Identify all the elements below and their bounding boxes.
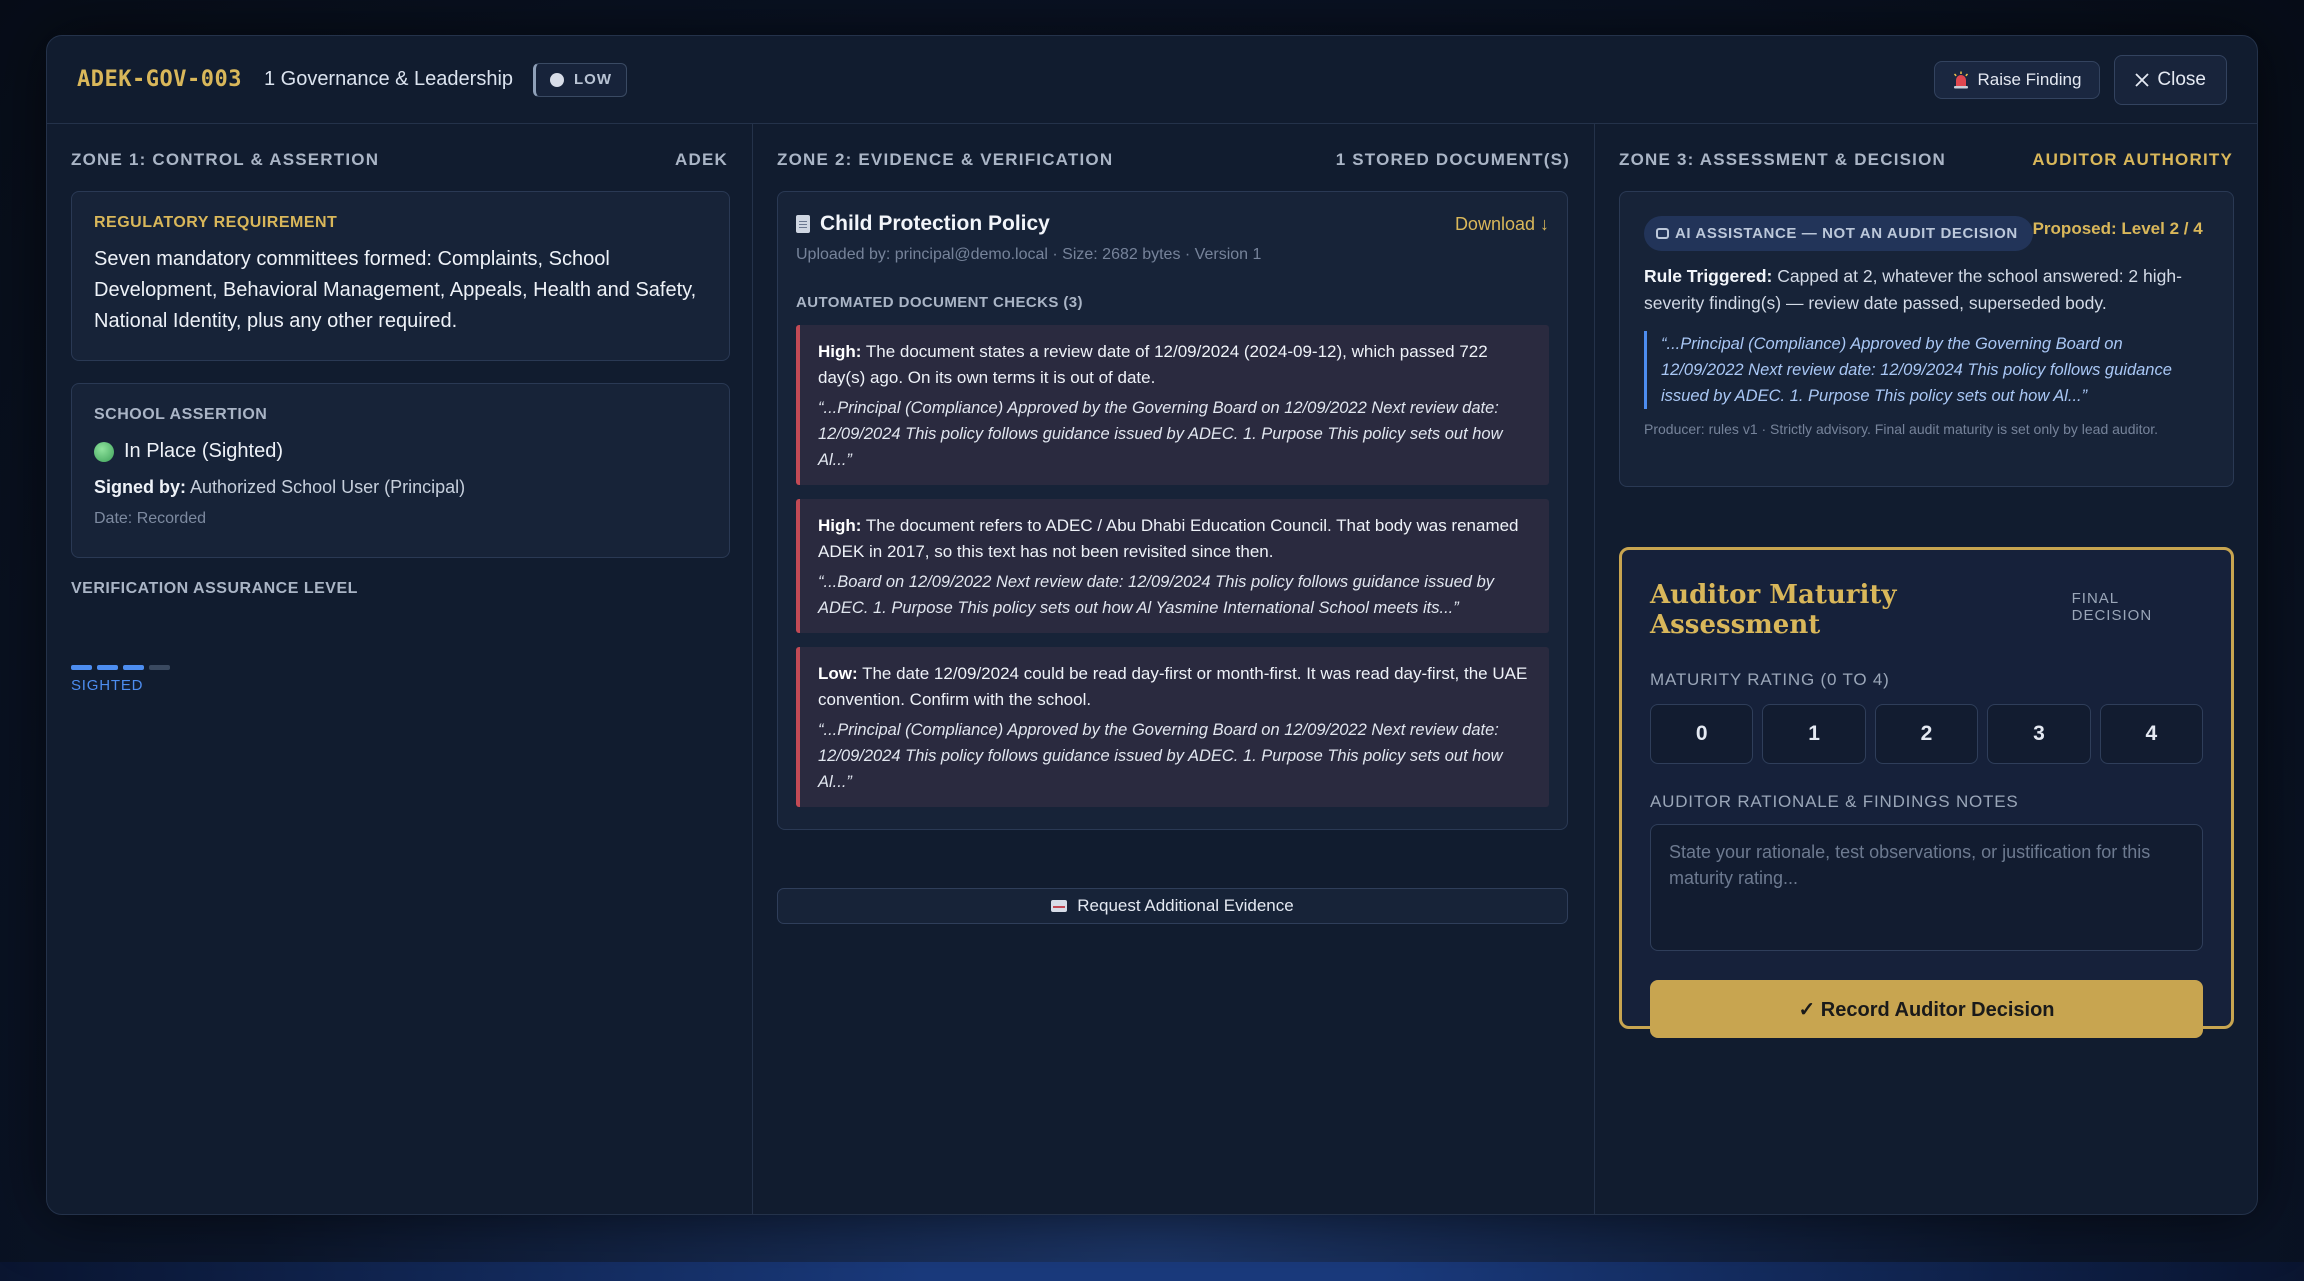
rating-button-3[interactable]: 3 xyxy=(1987,704,2091,764)
producer-note: Producer: rules v1 · Strictly advisory. … xyxy=(1644,421,2159,437)
assertion-status: In Place (Sighted) xyxy=(94,440,707,463)
finding-item: High: The document states a review date … xyxy=(796,325,1549,485)
raise-finding-label: Raise Finding xyxy=(1977,69,2082,89)
finding-text: The date 12/09/2024 could be read day-fi… xyxy=(818,664,1528,709)
zone1-title: ZONE 1: CONTROL & ASSERTION xyxy=(71,150,380,169)
requirement-text: Seven mandatory committees formed: Compl… xyxy=(94,248,697,332)
mailbox-icon xyxy=(1051,900,1068,912)
download-link[interactable]: Download ↓ xyxy=(1455,214,1549,235)
rating-button-4[interactable]: 4 xyxy=(2099,704,2204,764)
zone1-tag: ADEK xyxy=(675,150,728,169)
document-title: Child Protection Policy xyxy=(796,212,1050,236)
finding-item: Low: The date 12/09/2024 could be read d… xyxy=(796,647,1549,807)
zone-assessment-decision: ZONE 3: ASSESSMENT & DECISION AUDITOR AU… xyxy=(1595,124,2257,1214)
page-footer-strip xyxy=(0,1262,2304,1281)
rating-button-1[interactable]: 1 xyxy=(1762,704,1866,764)
close-label: Close xyxy=(2157,68,2206,90)
regulatory-requirement-card: REGULATORY REQUIREMENT Seven mandatory c… xyxy=(71,191,730,361)
request-evidence-label: Request Additional Evidence xyxy=(1077,896,1294,915)
rating-button-0[interactable]: 0 xyxy=(1650,704,1754,764)
signed-by: Signed by: Authorized School User (Princ… xyxy=(94,477,707,498)
automated-checks-label: AUTOMATED DOCUMENT CHECKS (3) xyxy=(796,294,1083,311)
rating-options: 0 1 2 3 4 xyxy=(1650,704,2204,764)
finding-quote: “...Principal (Compliance) Approved by t… xyxy=(818,721,1503,791)
document-icon xyxy=(796,215,810,233)
signed-by-value: Authorized School User (Principal) xyxy=(190,477,466,497)
alarm-icon xyxy=(1954,71,1969,88)
requirement-label: REGULATORY REQUIREMENT xyxy=(94,214,338,231)
finding-quote: “...Board on 12/09/2022 Next review date… xyxy=(818,573,1494,617)
ai-assistance-label: AI ASSISTANCE — NOT AN AUDIT DECISION xyxy=(1675,225,2018,242)
risk-level: LOW xyxy=(574,71,613,88)
verification-bar xyxy=(149,665,170,670)
finding-text: The document refers to ADEC / Abu Dhabi … xyxy=(818,516,1519,561)
control-id: ADEK-GOV-003 xyxy=(77,67,242,92)
maturity-assessment-card: Auditor Maturity Assessment FINAL DECISI… xyxy=(1619,547,2234,1038)
ai-assistance-card: AI ASSISTANCE — NOT AN AUDIT DECISION Pr… xyxy=(1619,191,2234,487)
assertion-label: SCHOOL ASSERTION xyxy=(94,406,268,423)
zone3-header: ZONE 3: ASSESSMENT & DECISION AUDITOR AU… xyxy=(1619,150,2233,170)
proposed-level: Proposed: Level 2 / 4 xyxy=(2032,219,2203,238)
finding-quote: “...Principal (Compliance) Approved by t… xyxy=(818,399,1503,469)
zone3-title: ZONE 3: ASSESSMENT & DECISION xyxy=(1619,150,1946,169)
robot-icon xyxy=(1656,228,1669,239)
close-icon xyxy=(2135,72,2150,87)
rating-button-2[interactable]: 2 xyxy=(1874,704,1979,764)
verification-bar xyxy=(97,665,118,670)
verification-label: VERIFICATION ASSURANCE LEVEL xyxy=(71,580,358,597)
status-dot-icon xyxy=(94,441,114,462)
zone1-header: ZONE 1: CONTROL & ASSERTION ADEK xyxy=(71,150,728,170)
raise-finding-button[interactable]: Raise Finding xyxy=(1934,60,2101,99)
notes-label: AUDITOR RATIONALE & FINDINGS NOTES xyxy=(1650,792,2019,811)
zone3-tag: AUDITOR AUTHORITY xyxy=(2032,150,2233,169)
zone-evidence-verification: ZONE 2: EVIDENCE & VERIFICATION 1 STORED… xyxy=(753,124,1595,1214)
verification-bar xyxy=(123,665,144,670)
rule-label: Rule Triggered: xyxy=(1644,266,1773,286)
finding-severity: Low: xyxy=(818,664,858,683)
zone2-title: ZONE 2: EVIDENCE & VERIFICATION xyxy=(777,150,1114,169)
rule-triggered: Rule Triggered: Capped at 2, whatever th… xyxy=(1644,263,2209,317)
risk-badge: LOW xyxy=(533,62,628,97)
final-decision-tag: FINAL DECISION xyxy=(2071,590,2153,624)
request-evidence-button[interactable]: Request Additional Evidence xyxy=(777,888,1568,924)
ai-quote: “...Principal (Compliance) Approved by t… xyxy=(1644,331,2209,409)
signed-by-label: Signed by: xyxy=(94,477,187,497)
close-button[interactable]: Close xyxy=(2114,54,2227,105)
ai-assistance-pill: AI ASSISTANCE — NOT AN AUDIT DECISION xyxy=(1644,216,2033,251)
assessment-title: Auditor Maturity Assessment xyxy=(1650,580,1897,640)
zone-control-assertion: ZONE 1: CONTROL & ASSERTION ADEK REGULAT… xyxy=(47,124,753,1214)
document-card: Child Protection Policy Download ↓ Uploa… xyxy=(777,191,1568,830)
verification-level: SIGHTED xyxy=(71,677,144,694)
zone2-header: ZONE 2: EVIDENCE & VERIFICATION 1 STORED… xyxy=(777,150,1570,170)
finding-severity: High: xyxy=(818,342,862,361)
assertion-date: Date: Recorded xyxy=(94,510,207,527)
risk-dot-icon xyxy=(550,72,565,87)
finding-item: High: The document refers to ADEC / Abu … xyxy=(796,499,1549,633)
finding-text: The document states a review date of 12/… xyxy=(818,342,1488,387)
modal-header: ADEK-GOV-003 1 Governance & Leadership L… xyxy=(47,36,2257,124)
document-meta: Uploaded by: principal@demo.local · Size… xyxy=(796,246,1262,263)
control-review-modal: ADEK-GOV-003 1 Governance & Leadership L… xyxy=(46,35,2258,1215)
verification-bars xyxy=(71,665,170,670)
control-category: 1 Governance & Leadership xyxy=(263,68,514,90)
findings-list: High: The document states a review date … xyxy=(796,325,1549,807)
school-assertion-card: SCHOOL ASSERTION In Place (Sighted) Sign… xyxy=(71,383,730,558)
zone2-tag: 1 STORED DOCUMENT(S) xyxy=(1335,150,1570,169)
finding-severity: High: xyxy=(818,516,862,535)
verification-bar xyxy=(71,665,92,670)
record-decision-button[interactable]: ✓ Record Auditor Decision xyxy=(1650,980,2203,1038)
assertion-status-text: In Place (Sighted) xyxy=(124,440,283,462)
rating-label: MATURITY RATING (0 TO 4) xyxy=(1650,670,1890,689)
rationale-notes-input[interactable] xyxy=(1650,824,2203,951)
document-name: Child Protection Policy xyxy=(820,212,1050,235)
